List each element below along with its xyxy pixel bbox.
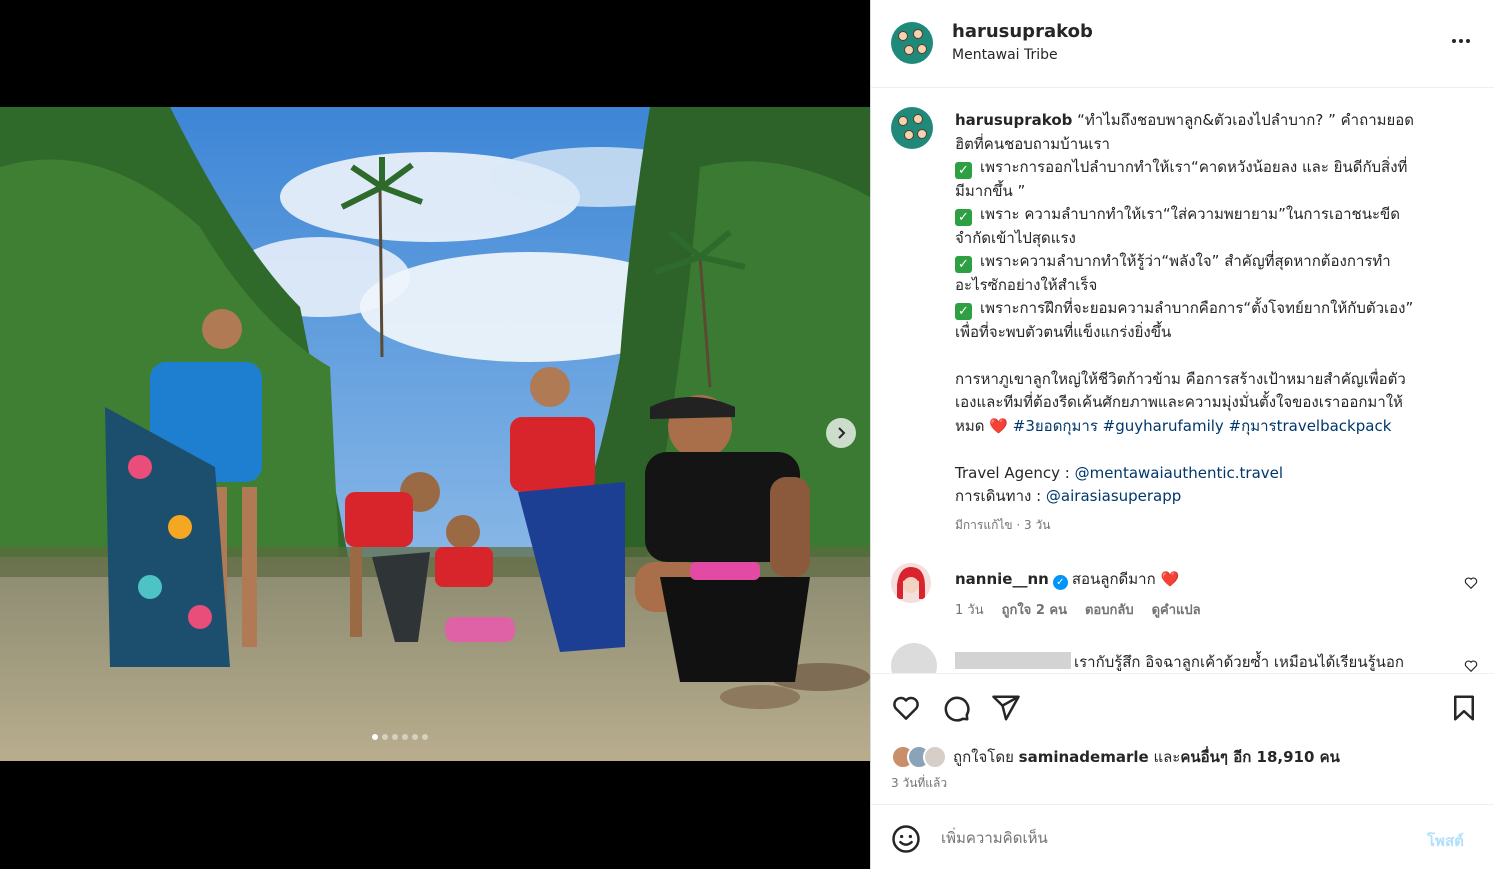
carousel-dot [422, 734, 428, 740]
avatar-face [917, 44, 927, 54]
caption-text: อะไรซักอย่างให้สำเร็จ [955, 275, 1098, 294]
heart-emoji-icon: ❤️ [1160, 570, 1180, 588]
comment-likes[interactable]: ถูกใจ 2 คน [1002, 599, 1067, 620]
post-photo[interactable] [0, 107, 870, 761]
comment-like-icon[interactable] [1464, 659, 1478, 673]
caption-text: หมด [955, 416, 985, 435]
caption-text: เพราะ ความลำบากทำให้เรา“ใส่ความพยายาม”ใน… [980, 205, 1401, 223]
avatar-image [891, 563, 931, 603]
caption-text: เพราะการฝึกที่จะยอมความลำบากคือการ“ตั้งโ… [980, 299, 1414, 317]
photo-illustration [0, 107, 870, 761]
carousel-indicator [372, 734, 428, 740]
more-dot-icon [1452, 39, 1456, 43]
emoji-icon[interactable] [891, 824, 921, 854]
see-translation-button[interactable]: ดูคำแปล [1152, 599, 1201, 620]
comment-text: เรากับรู้สึก อิจฉาลูกเค้าด้วยซ้ำ เหมือนไ… [1074, 653, 1404, 671]
comment-body: nannie__nn ✓ สอนลูกดีมาก ❤️ [955, 567, 1179, 591]
reply-button[interactable]: ตอบกลับ [1085, 599, 1134, 620]
liked-by-text: ถูกใจโดย saminademarle และคนอื่นๆ อีก 18… [953, 745, 1340, 769]
caption-username[interactable]: harusuprakob [955, 111, 1072, 129]
share-send-icon[interactable] [991, 693, 1021, 723]
travel-mention-link[interactable]: @airasiasuperapp [1046, 487, 1181, 505]
save-bookmark-icon[interactable] [1449, 693, 1479, 723]
avatar-face [904, 130, 914, 140]
author-username[interactable]: harusuprakob [952, 21, 1093, 42]
check-mark-icon: ✓ [955, 303, 972, 320]
caption-text: ฮิตที่คนชอบถามบ้านเรา [955, 134, 1110, 153]
verified-badge-icon: ✓ [1052, 575, 1068, 590]
liked-by-prefix: ถูกใจโดย [953, 748, 1014, 766]
caption-text: การหาภูเขาลูกใหญ่ให้ชีวิตก้าวข้าม คือการ… [955, 369, 1406, 388]
caption-text: จำกัดเข้าไปสุดแรง [955, 228, 1076, 247]
post-comment-button[interactable]: โพสต์ [1427, 829, 1464, 853]
avatar-face [913, 114, 923, 124]
carousel-dot [382, 734, 388, 740]
avatar-face [904, 45, 914, 55]
carousel-next-button[interactable] [826, 418, 856, 448]
more-dot-icon [1459, 39, 1463, 43]
comment-time[interactable]: 1 วัน [955, 599, 984, 620]
agency-mention-link[interactable]: @mentawaiauthentic.travel [1075, 464, 1283, 482]
media-pane [0, 0, 870, 869]
comment-like-icon[interactable] [1464, 576, 1478, 590]
avatar-face [917, 129, 927, 139]
post-header: harusuprakob Mentawai Tribe [871, 0, 1494, 88]
avatar-face [898, 31, 908, 41]
post-details-panel: harusuprakob Mentawai Tribe harusuprakob… [870, 0, 1494, 869]
comment-composer: โพสต์ [871, 804, 1494, 869]
caption-text: เพราะการออกไปลำบากทำให้เรา“คาดหวังน้อยลง… [980, 158, 1408, 176]
caption-text: “ทำไมถึงชอบพาลูก&ตัวเองไปลำบาก? ” คำถามย… [1077, 111, 1415, 129]
caption-text: มีมากขึ้น ” [955, 181, 1026, 200]
carousel-dot [412, 734, 418, 740]
travel-label: การเดินทาง : [955, 487, 1046, 505]
post-time[interactable]: 3 วันที่แล้ว [891, 774, 947, 793]
caption-hashtags[interactable]: #3ยอดกุมาร #guyharufamily #กุมารtravelba… [1013, 417, 1392, 435]
comment-meta: 1 วัน ถูกใจ 2 คน ตอบกลับ ดูคำแปล [955, 599, 1201, 620]
commenter-username[interactable]: nannie__nn [955, 570, 1049, 588]
check-mark-icon: ✓ [955, 256, 972, 273]
post-caption: harusuprakob “ทำไมถึงชอบพาลูก&ตัวเองไปลำ… [955, 109, 1465, 509]
comments-section[interactable]: harusuprakob “ทำไมถึงชอบพาลูก&ตัวเองไปลำ… [871, 89, 1494, 673]
comment-text: สอนลูกดีมาก [1071, 570, 1156, 588]
post-location[interactable]: Mentawai Tribe [952, 47, 1058, 63]
caption-text: เองและทีมที่ต้องรีดเค้นศักยภาพและความมุ่… [955, 393, 1403, 411]
commenter-avatar[interactable] [891, 643, 937, 673]
agency-label: Travel Agency : [955, 463, 1075, 482]
instagram-post-view: harusuprakob Mentawai Tribe harusuprakob… [0, 0, 1494, 869]
check-mark-icon: ✓ [955, 209, 972, 226]
liker-avatar [923, 745, 947, 769]
author-avatar[interactable] [891, 22, 933, 64]
more-options-button[interactable] [1447, 30, 1475, 52]
liker-username[interactable]: saminademarle [1019, 748, 1149, 766]
caption-edited-time: มีการแก้ไข · 3 วัน [955, 518, 1051, 532]
caption-text: เพื่อที่จะพบตัวตนที่แข็งแกร่งยิ่งขึ้น [955, 322, 1172, 341]
chevron-right-icon [838, 427, 846, 439]
carousel-dot [402, 734, 408, 740]
commenter-avatar[interactable] [891, 563, 931, 603]
liked-by-row[interactable]: ถูกใจโดย saminademarle และคนอื่นๆ อีก 18… [891, 744, 1340, 770]
avatar-face [898, 116, 908, 126]
carousel-dot [372, 734, 378, 740]
comment-input[interactable] [941, 823, 1411, 853]
like-heart-icon[interactable] [891, 693, 921, 723]
liked-by-and: และ [1153, 748, 1181, 766]
caption-text: เพราะความลำบากทำให้รู้ว่า“พลังใจ” สำคัญท… [980, 252, 1391, 270]
check-mark-icon: ✓ [955, 162, 972, 179]
redacted-username [955, 652, 1071, 669]
comment-bubble-icon[interactable] [941, 693, 971, 723]
caption-author-avatar[interactable] [891, 107, 933, 149]
carousel-dot [392, 734, 398, 740]
post-actions: ถูกใจโดย saminademarle และคนอื่นๆ อีก 18… [871, 673, 1494, 803]
more-dot-icon [1466, 39, 1470, 43]
heart-emoji-icon: ❤️ [989, 416, 1008, 435]
avatar-face [913, 29, 923, 39]
others-count[interactable]: คนอื่นๆ อีก 18,910 คน [1180, 748, 1340, 766]
